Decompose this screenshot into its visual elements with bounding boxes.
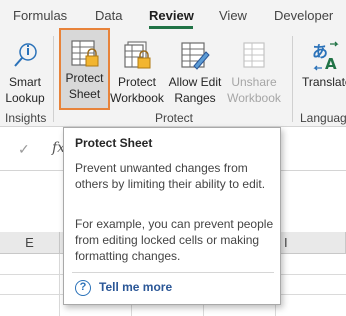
smart-lookup-label-1: Smart [8,75,41,89]
smart-lookup-label-2: Lookup [5,91,45,105]
unshare-workbook-label-2: Workbook [227,91,281,105]
tab-formulas[interactable]: Formulas [13,8,67,23]
protect-sheet-icon [70,40,98,67]
tab-review[interactable]: Review [149,8,194,23]
tooltip-title: Protect Sheet [75,136,153,150]
allow-edit-ranges-icon [181,42,210,70]
allow-edit-ranges-label-2: Ranges [174,91,216,105]
tell-me-more-link[interactable]: Tell me more [99,280,172,294]
protect-sheet-tooltip: Protect Sheet Prevent unwanted changes f… [63,127,281,305]
column-header-e[interactable]: E [0,232,60,254]
tooltip-description: Prevent unwanted changes from others by … [75,161,266,191]
active-tab-indicator [149,26,193,29]
translate-label: Translate [302,75,346,89]
group-label-insights: Insights [5,111,47,125]
column-header-i[interactable]: I [276,232,346,254]
group-separator [292,36,293,122]
protect-workbook-label-1: Protect [117,75,156,89]
svg-text:A: A [325,55,337,72]
tab-developer[interactable]: Developer [274,8,333,23]
smart-lookup-icon [14,43,37,67]
translate-icon: あ A [312,41,339,72]
check-icon[interactable]: ✓ [18,141,30,158]
group-separator [53,36,54,122]
protect-workbook-button[interactable]: Protect Workbook [109,34,165,108]
unshare-workbook-button[interactable]: Unshare Workbook [225,34,283,108]
unshare-workbook-label-1: Unshare [231,75,277,89]
group-label-language: Language [300,111,346,125]
tooltip-divider [72,272,274,273]
protect-sheet-button[interactable]: Protect Sheet [59,28,110,110]
smart-lookup-button[interactable]: Smart Lookup [2,34,48,108]
protect-workbook-icon [124,41,151,69]
question-circle-icon[interactable]: ? [75,280,91,296]
ribbon-tabs: Formulas Data Review View Developer [0,0,346,30]
allow-edit-ranges-button[interactable]: Allow Edit Ranges [166,34,224,108]
protect-sheet-label-1: Protect [65,71,104,85]
unshare-workbook-icon [243,42,265,68]
group-label-protect: Protect [155,111,194,125]
tooltip-example: For example, you can prevent people from… [75,217,274,263]
translate-button[interactable]: あ A Translate [298,34,346,108]
tab-view[interactable]: View [219,8,247,23]
protect-workbook-label-2: Workbook [110,91,164,105]
column-gridline [59,254,60,316]
ribbon: Smart Lookup Protect Sheet Protect Workb… [0,28,346,127]
tab-data[interactable]: Data [95,8,122,23]
allow-edit-ranges-label-1: Allow Edit [168,75,222,89]
protect-sheet-label-2: Sheet [68,87,101,101]
